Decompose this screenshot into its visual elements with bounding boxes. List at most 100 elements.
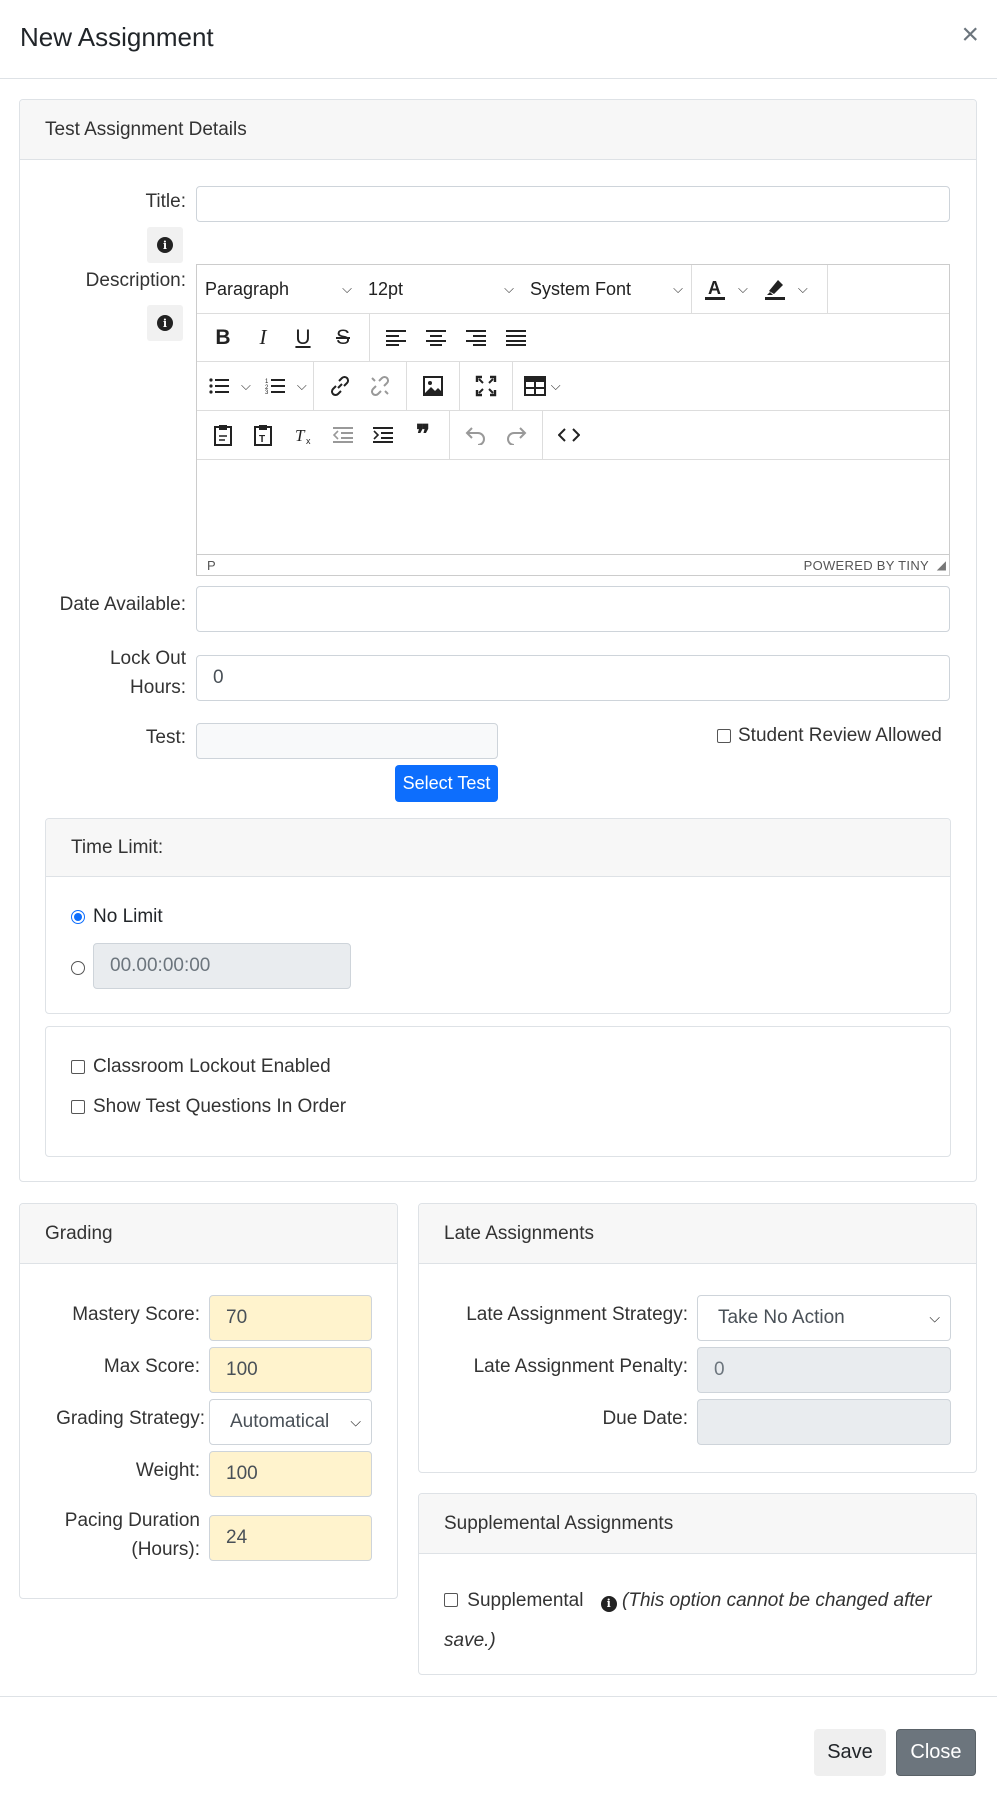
grading-card-header: Grading (20, 1204, 397, 1264)
show-in-order-label: Show Test Questions In Order (93, 1096, 347, 1117)
redo-icon[interactable] (496, 415, 536, 455)
options-card (45, 1026, 951, 1157)
outdent-icon[interactable] (323, 415, 363, 455)
link-icon[interactable] (320, 366, 360, 406)
custom-time-radio[interactable] (71, 961, 85, 975)
date-available-input[interactable] (196, 586, 950, 632)
chevron-down-icon[interactable]: ⌵ (297, 378, 307, 394)
chevron-down-icon[interactable]: ⌵ (551, 378, 561, 394)
lockout-hours-input[interactable]: 0 (196, 655, 950, 701)
chevron-down-icon: ⌵ (673, 281, 683, 296)
supplemental-label: Supplemental (467, 1590, 584, 1611)
chevron-down-icon: ⌵ (350, 1413, 361, 1430)
late-strategy-select[interactable]: Take No Action ⌵ (697, 1295, 951, 1341)
mastery-score-input[interactable]: 70 (209, 1295, 372, 1341)
clear-formatting-icon[interactable]: Tx (283, 415, 323, 455)
grading-strategy-value: Automatical (230, 1411, 330, 1432)
unlink-icon[interactable] (360, 366, 400, 406)
chevron-down-icon: ⌵ (342, 281, 352, 296)
editor-toolbar-row-2: B I U S (197, 314, 949, 362)
numbered-list-icon[interactable]: 123 (259, 366, 291, 406)
supplemental-note-line-2: save.) (444, 1630, 496, 1651)
description-label: Description: (85, 270, 186, 291)
save-button[interactable]: Save (814, 1729, 886, 1776)
undo-icon[interactable] (456, 415, 496, 455)
highlight-color-button[interactable] (758, 269, 792, 309)
details-card-header: Test Assignment Details (20, 100, 976, 160)
max-score-input[interactable]: 100 (209, 1347, 372, 1393)
student-review-checkbox-row[interactable]: Student Review Allowed (717, 725, 942, 747)
chevron-down-icon: ⌵ (504, 281, 514, 296)
due-date-input[interactable] (697, 1399, 951, 1445)
fullscreen-group (460, 362, 513, 410)
strikethrough-icon[interactable]: S (323, 318, 363, 358)
fullscreen-icon[interactable] (466, 366, 506, 406)
classroom-lockout-row[interactable]: Classroom Lockout Enabled (71, 1056, 331, 1078)
chevron-down-icon[interactable]: ⌵ (798, 281, 808, 297)
weight-input[interactable]: 100 (209, 1451, 372, 1497)
italic-icon[interactable]: I (243, 318, 283, 358)
editor-toolbar-row-3: ⌵ 123 ⌵ ⌵ (197, 362, 949, 411)
image-group (407, 362, 460, 410)
bold-icon[interactable]: B (203, 318, 243, 358)
select-test-button[interactable]: Select Test (395, 765, 498, 802)
chevron-down-icon[interactable]: ⌵ (241, 378, 251, 394)
late-strategy-label: Late Assignment Strategy: (466, 1304, 688, 1325)
supplemental-card-header: Supplemental Assignments (419, 1494, 976, 1554)
no-limit-label: No Limit (93, 906, 163, 927)
paste-icon[interactable] (203, 415, 243, 455)
classroom-lockout-checkbox[interactable] (71, 1060, 85, 1074)
late-penalty-input[interactable]: 0 (697, 1347, 951, 1393)
editor-branding[interactable]: POWERED BY TINY (804, 558, 929, 573)
table-icon[interactable] (519, 366, 551, 406)
grading-strategy-select[interactable]: Automatical ⌵ (209, 1399, 372, 1445)
font-size-select[interactable]: 12pt ⌵ (360, 265, 522, 313)
test-input (196, 723, 498, 759)
supplemental-checkbox[interactable] (444, 1593, 458, 1607)
editor-toolbar-row-1: Paragraph ⌵ 12pt ⌵ System Font ⌵ A ⌵ ⌵ (197, 265, 949, 314)
student-review-checkbox[interactable] (717, 729, 731, 743)
time-limit-card-header: Time Limit: (46, 819, 950, 877)
description-info-button[interactable]: i (147, 305, 183, 341)
chevron-down-icon: ⌵ (929, 1309, 940, 1326)
svg-text:T: T (295, 426, 306, 445)
blockquote-icon[interactable]: ❞ (403, 415, 443, 455)
info-icon[interactable]: i (600, 1596, 617, 1612)
close-button[interactable]: Close (896, 1729, 976, 1776)
align-left-icon[interactable] (376, 318, 416, 358)
align-right-icon[interactable] (456, 318, 496, 358)
close-icon[interactable]: × (961, 20, 979, 50)
title-info-button[interactable]: i (147, 227, 183, 263)
chevron-down-icon[interactable]: ⌵ (738, 281, 748, 297)
editor-element-path[interactable]: P (207, 558, 216, 573)
block-format-value: Paragraph (205, 278, 290, 299)
pacing-duration-input[interactable]: 24 (209, 1515, 372, 1561)
indent-icon[interactable] (363, 415, 403, 455)
underline-icon[interactable]: U (283, 318, 323, 358)
title-input[interactable] (196, 186, 950, 222)
bullet-list-icon[interactable] (203, 366, 235, 406)
editor-content-area[interactable] (197, 460, 949, 554)
resize-handle-icon[interactable]: ◢ (937, 558, 946, 572)
paste-text-icon[interactable]: T (243, 415, 283, 455)
image-icon[interactable] (413, 366, 453, 406)
font-family-select[interactable]: System Font ⌵ (522, 265, 692, 313)
grading-strategy-label: Grading Strategy: (56, 1408, 205, 1429)
lockout-label-line-1: Lock Out (109, 648, 186, 669)
classroom-lockout-label: Classroom Lockout Enabled (93, 1056, 331, 1077)
text-color-button[interactable]: A (698, 269, 732, 309)
source-code-icon[interactable] (549, 415, 589, 455)
date-available-label: Date Available: (59, 594, 186, 615)
no-limit-radio[interactable] (71, 910, 85, 924)
show-in-order-row[interactable]: Show Test Questions In Order (71, 1096, 346, 1118)
time-limit-input[interactable]: 00.00:00:00 (93, 943, 351, 989)
align-center-icon[interactable] (416, 318, 456, 358)
lockout-label-line-2: Hours: (130, 677, 186, 699)
align-justify-icon[interactable] (496, 318, 536, 358)
supplemental-row: Supplemental i (This option cannot be ch… (444, 1581, 954, 1661)
block-format-select[interactable]: Paragraph ⌵ (197, 265, 360, 313)
no-limit-radio-row[interactable]: No Limit (71, 906, 163, 928)
show-in-order-checkbox[interactable] (71, 1100, 85, 1114)
title-label: Title: (145, 191, 186, 212)
editor-status-bar: P POWERED BY TINY ◢ (197, 554, 949, 575)
